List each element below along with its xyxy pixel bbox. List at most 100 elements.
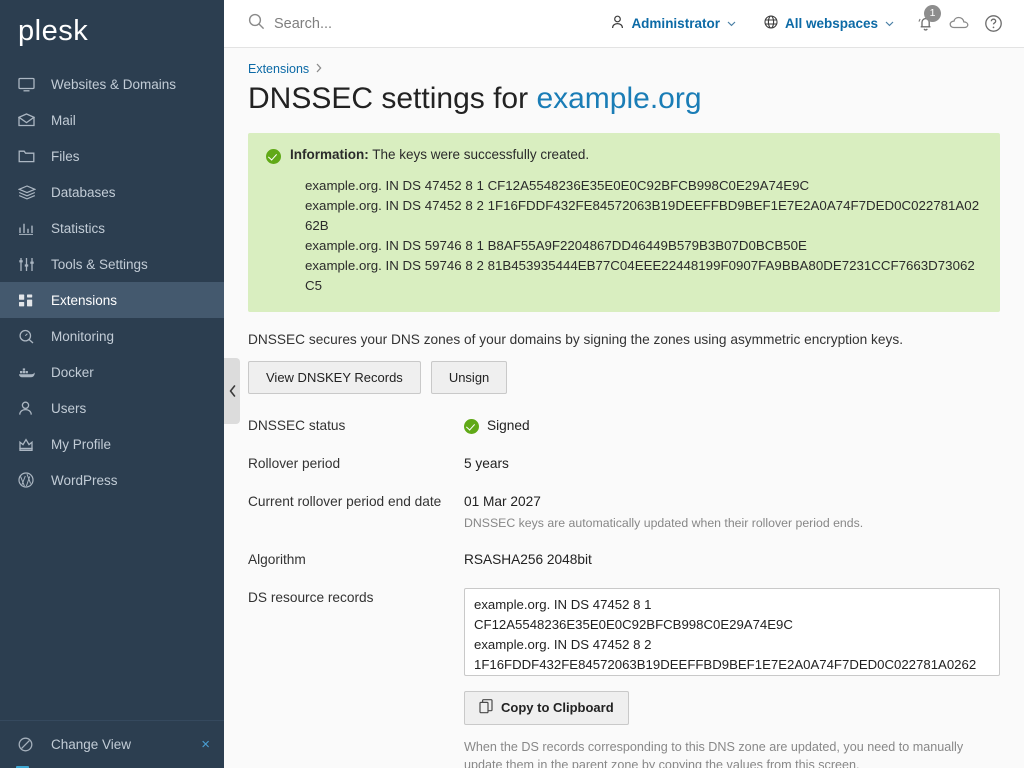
globe-icon	[764, 15, 778, 32]
plesk-logo[interactable]: plesk	[0, 0, 224, 62]
field-label: Current rollover period end date	[248, 492, 464, 512]
page-title-domain: example.org	[536, 82, 701, 115]
sidebar-item-label: Websites & Domains	[51, 77, 176, 92]
field-label: DNSSEC status	[248, 416, 464, 436]
search-icon	[248, 13, 265, 35]
sidebar-item-label: Users	[51, 401, 86, 416]
sidebar-item-wordpress[interactable]: WordPress	[0, 462, 224, 498]
sidebar-item-users[interactable]: Users	[0, 390, 224, 426]
breadcrumb: Extensions	[248, 62, 1000, 76]
sidebar-item-label: Monitoring	[51, 329, 114, 344]
field-dnssec-status: DNSSEC status Signed	[248, 416, 1000, 436]
view-dnskey-records-button[interactable]: View DNSKEY Records	[248, 361, 421, 394]
webspaces-menu[interactable]: All webspaces	[750, 15, 908, 32]
sidebar-item-websites-domains[interactable]: Websites & Domains	[0, 66, 224, 102]
change-view-label: Change View	[51, 737, 131, 752]
field-value: Signed	[464, 416, 1000, 436]
plesk-app: plesk Websites & Domains Mail	[0, 0, 1024, 768]
sidebar-item-label: Databases	[51, 185, 116, 200]
alert-label: Information:	[290, 147, 369, 162]
dnssec-description: DNSSEC secures your DNS zones of your do…	[248, 332, 1000, 347]
sidebar-item-label: Statistics	[51, 221, 105, 236]
copy-to-clipboard-button[interactable]: Copy to Clipboard	[464, 691, 629, 725]
main-area: Search... Administrator	[224, 0, 1024, 768]
sidebar: plesk Websites & Domains Mail	[0, 0, 224, 768]
page-title: DNSSEC settings for example.org	[248, 82, 1000, 117]
status-badge: Signed	[487, 416, 530, 436]
field-label: Rollover period	[248, 454, 464, 474]
sidebar-item-label: Extensions	[51, 293, 117, 308]
sidebar-item-monitoring[interactable]: Monitoring	[0, 318, 224, 354]
topbar: Search... Administrator	[224, 0, 1024, 48]
search-input[interactable]: Search...	[248, 13, 332, 35]
field-label: DS resource records	[248, 588, 464, 608]
page-content: Extensions DNSSEC settings for example.o…	[224, 48, 1024, 768]
extensions-grid-icon	[18, 291, 40, 309]
envelope-icon	[18, 111, 40, 129]
ds-record-line: example.org. IN DS 47452 8 2 1F16FDDF432…	[305, 196, 982, 236]
chevron-down-icon	[885, 19, 894, 29]
sidebar-item-databases[interactable]: Databases	[0, 174, 224, 210]
user-icon	[18, 399, 40, 417]
chevron-down-icon	[727, 19, 736, 29]
sidebar-item-label: Files	[51, 149, 80, 164]
ds-records-footnote: When the DS records corresponding to thi…	[464, 738, 984, 768]
action-buttons: View DNSKEY Records Unsign	[248, 361, 1000, 394]
docker-whale-icon	[18, 363, 40, 381]
ds-record-line: example.org. IN DS 47452 8 1 CF12A554823…	[305, 176, 982, 196]
field-ds-resource-records: DS resource records Copy to Clipboard	[248, 588, 1000, 768]
wordpress-icon	[18, 471, 40, 489]
search-placeholder: Search...	[274, 16, 332, 32]
alert-message: The keys were successfully created.	[369, 147, 589, 162]
sliders-icon	[18, 255, 40, 273]
breadcrumb-item-extensions[interactable]: Extensions	[248, 62, 309, 76]
database-stack-icon	[18, 183, 40, 201]
unsign-button[interactable]: Unsign	[431, 361, 507, 394]
information-alert: Information: The keys were successfully …	[248, 133, 1000, 312]
sidebar-nav: Websites & Domains Mail Files	[0, 66, 224, 720]
rollover-end-hint: DNSSEC keys are automatically updated wh…	[464, 515, 1000, 532]
magnifier-gauge-icon	[18, 327, 40, 345]
sidebar-item-label: Tools & Settings	[51, 257, 148, 272]
field-algorithm: Algorithm RSASHA256 2048bit	[248, 550, 1000, 570]
page-title-prefix: DNSSEC settings for	[248, 82, 536, 115]
sidebar-item-my-profile[interactable]: My Profile	[0, 426, 224, 462]
administrator-label: Administrator	[631, 16, 720, 31]
sidebar-item-label: Docker	[51, 365, 94, 380]
sidebar-item-tools-settings[interactable]: Tools & Settings	[0, 246, 224, 282]
ds-record-line: example.org. IN DS 59746 8 1 B8AF55A9F22…	[305, 236, 982, 256]
ds-records-textarea[interactable]	[464, 588, 1000, 676]
help-button[interactable]	[976, 7, 1010, 41]
bar-chart-icon	[18, 219, 40, 237]
sidebar-item-statistics[interactable]: Statistics	[0, 210, 224, 246]
sidebar-item-files[interactable]: Files	[0, 138, 224, 174]
success-check-icon	[464, 419, 479, 434]
sidebar-item-docker[interactable]: Docker	[0, 354, 224, 390]
close-icon[interactable]: ×	[201, 737, 210, 752]
crown-icon	[18, 435, 40, 453]
notification-badge: 1	[924, 5, 941, 22]
monitor-icon	[18, 75, 40, 93]
cloud-button[interactable]	[942, 7, 976, 41]
logo-text: plesk	[18, 17, 88, 46]
sidebar-item-mail[interactable]: Mail	[0, 102, 224, 138]
administrator-menu[interactable]: Administrator	[597, 15, 750, 32]
notifications-button[interactable]: 1	[908, 7, 942, 41]
success-check-icon	[266, 149, 281, 164]
change-view-row[interactable]: Change View ×	[0, 720, 224, 768]
copy-button-label: Copy to Clipboard	[501, 700, 614, 715]
webspaces-label: All webspaces	[785, 16, 878, 31]
field-label: Algorithm	[248, 550, 464, 570]
field-value: 01 Mar 2027 DNSSEC keys are automaticall…	[464, 492, 1000, 532]
field-value: RSASHA256 2048bit	[464, 550, 1000, 570]
folder-icon	[18, 147, 40, 165]
chevron-right-icon	[316, 63, 322, 76]
field-rollover-period: Rollover period 5 years	[248, 454, 1000, 474]
field-value: Copy to Clipboard When the DS records co…	[464, 588, 1000, 768]
sidebar-item-label: WordPress	[51, 473, 118, 488]
sidebar-collapse-handle[interactable]	[224, 358, 240, 424]
topbar-actions: Administrator All webspaces	[597, 7, 1010, 41]
user-icon	[611, 15, 624, 32]
sidebar-item-extensions[interactable]: Extensions	[0, 282, 224, 318]
field-rollover-end-date: Current rollover period end date 01 Mar …	[248, 492, 1000, 532]
